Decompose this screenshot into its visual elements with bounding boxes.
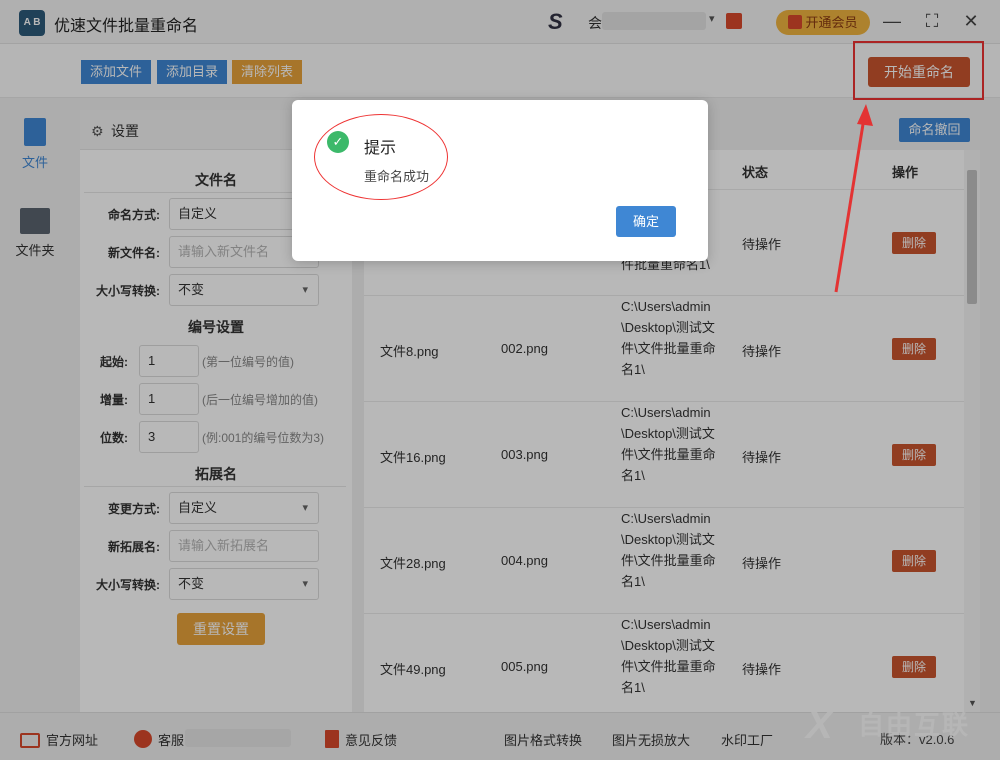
annotation-ellipse <box>314 114 448 200</box>
success-dialog: ✓ 提示 重命名成功 确定 <box>292 100 708 261</box>
app-window: A B 优速文件批量重命名 S 会 ▾ 开通会员 — ⛶ ✕ 添加文件 添加目录… <box>0 0 1000 760</box>
ok-button[interactable]: 确定 <box>616 206 676 237</box>
